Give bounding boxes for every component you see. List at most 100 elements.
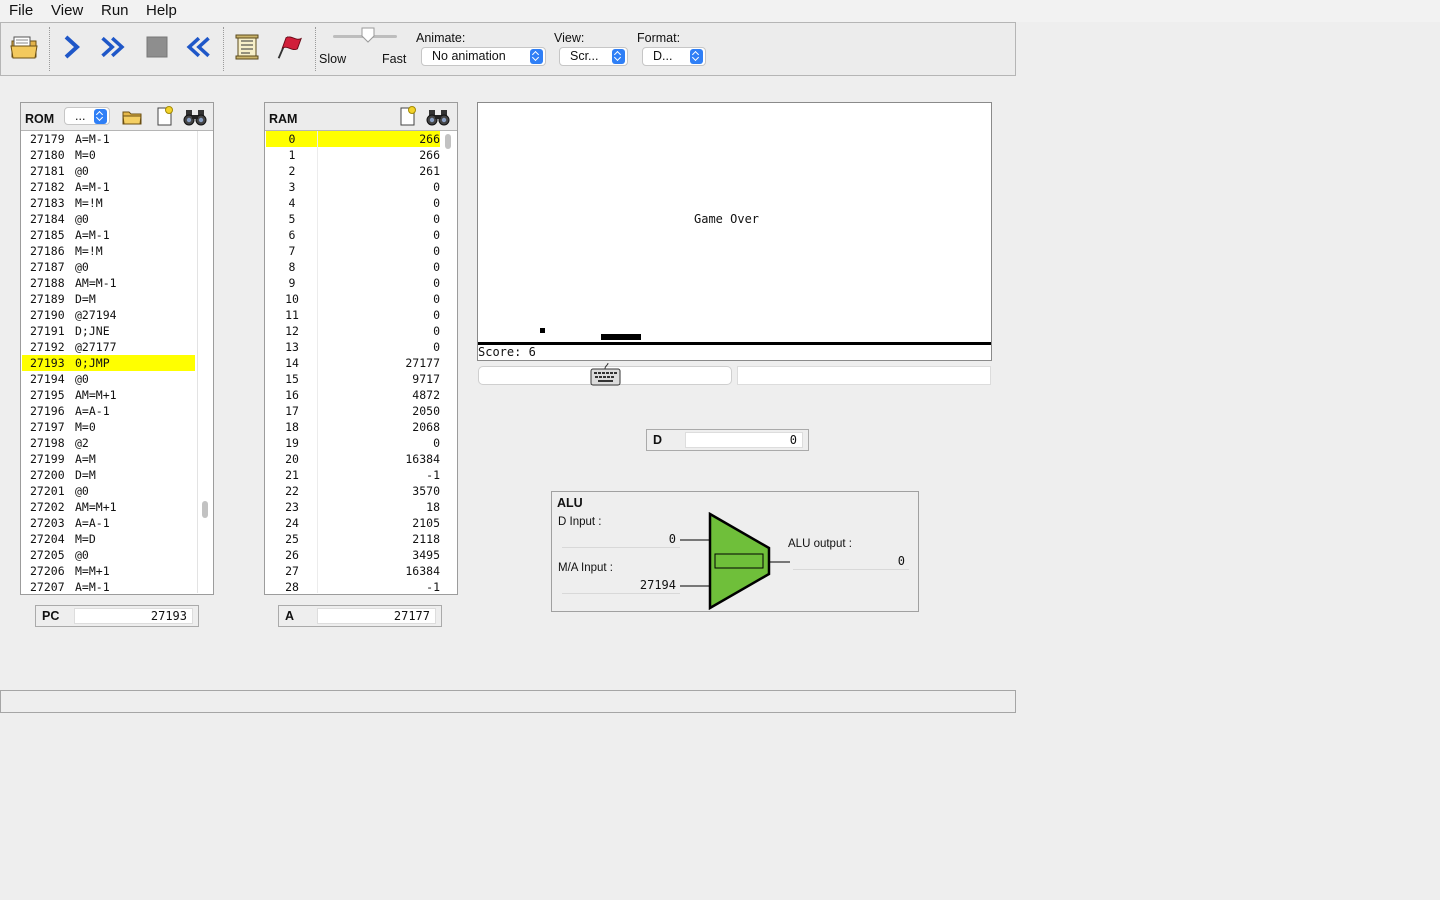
d-value[interactable]: 0 bbox=[685, 432, 803, 448]
menu-view[interactable]: View bbox=[51, 2, 83, 19]
ram-row[interactable]: 2 261 bbox=[266, 163, 440, 179]
rom-row[interactable]: 27189 D=M bbox=[22, 291, 195, 307]
ram-row[interactable]: 40 bbox=[266, 195, 440, 211]
ram-row[interactable]: 25 2118 bbox=[266, 531, 440, 547]
ram-row[interactable]: 20 16384 bbox=[266, 451, 440, 467]
rom-list[interactable]: 27179 A=M-1 27180 M=0 27181 @0 27182 A=M-1 27183… bbox=[22, 131, 196, 593]
ram-row[interactable]: 10 0 bbox=[266, 291, 440, 307]
ram-row[interactable]: 18 2068 bbox=[266, 419, 440, 435]
ram-row[interactable]: 11 0 bbox=[266, 307, 440, 323]
menu-run[interactable]: Run bbox=[101, 2, 129, 19]
rom-row[interactable]: 27190 @27194 bbox=[22, 307, 195, 323]
rom-row[interactable]: 27199 A=M bbox=[22, 451, 195, 467]
game-over-text: Game Over bbox=[694, 212, 760, 226]
rom-header: ROM ... bbox=[21, 103, 213, 131]
rom-row[interactable]: 27195 AM=M+1 bbox=[22, 387, 195, 403]
ram-row[interactable]: 15 9717 bbox=[266, 371, 440, 387]
ram-row[interactable]: 27 16384 bbox=[266, 563, 440, 579]
script-button[interactable] bbox=[232, 32, 262, 62]
ram-row[interactable]: 70 bbox=[266, 243, 440, 259]
rom-row[interactable]: 27194 @0 bbox=[22, 371, 195, 387]
ram-row[interactable]: 23 18 bbox=[266, 499, 440, 515]
breakpoints-button[interactable] bbox=[273, 32, 303, 62]
single-step-button[interactable] bbox=[57, 32, 87, 62]
rom-row[interactable]: 27183 M=!M bbox=[22, 195, 195, 211]
rom-instruction: A=M-1 bbox=[75, 580, 110, 593]
ram-row[interactable]: 22 3570 bbox=[266, 483, 440, 499]
ram-value: 2050 bbox=[412, 404, 440, 418]
ram-row[interactable]: 14 27177 bbox=[266, 355, 440, 371]
rom-row[interactable]: 27187 @0 bbox=[22, 259, 195, 275]
ram-row[interactable]: 0 266 bbox=[266, 131, 440, 147]
rom-row[interactable]: 27200 D=M bbox=[22, 467, 195, 483]
ram-row[interactable]: 50 bbox=[266, 211, 440, 227]
animate-select[interactable]: No animation bbox=[421, 47, 546, 66]
rom-address: 27192 bbox=[30, 340, 65, 354]
rom-address: 27201 bbox=[30, 484, 65, 498]
format-select[interactable]: D... bbox=[642, 47, 706, 66]
rom-scrollbar-thumb[interactable] bbox=[202, 501, 208, 518]
ram-scrollbar-thumb[interactable] bbox=[445, 134, 451, 149]
ram-row[interactable]: 90 bbox=[266, 275, 440, 291]
ram-address: 6 bbox=[288, 228, 296, 242]
ram-row[interactable]: 1 266 bbox=[266, 147, 440, 163]
rom-row[interactable]: 27203 A=A-1 bbox=[22, 515, 195, 531]
ram-clear-button[interactable] bbox=[396, 106, 418, 126]
rom-row[interactable]: 27181 @0 bbox=[22, 163, 195, 179]
rom-load-button[interactable] bbox=[121, 107, 143, 127]
ram-row[interactable]: 12 0 bbox=[266, 323, 440, 339]
ram-row[interactable]: 80 bbox=[266, 259, 440, 275]
fast-forward-button[interactable] bbox=[99, 32, 129, 62]
ram-row[interactable]: 28 -1 bbox=[266, 579, 440, 593]
ram-row[interactable]: 60 bbox=[266, 227, 440, 243]
rom-row[interactable]: 27201 @0 bbox=[22, 483, 195, 499]
ram-row[interactable]: 21 -1 bbox=[266, 467, 440, 483]
stop-button[interactable] bbox=[142, 32, 172, 62]
rom-row[interactable]: 27207 A=M-1 bbox=[22, 579, 195, 593]
menu-file[interactable]: File bbox=[9, 2, 33, 19]
rom-row[interactable]: 27205 @0 bbox=[22, 547, 195, 563]
view-select[interactable]: Scr... bbox=[559, 47, 628, 66]
rom-row[interactable]: 27185 A=M-1 bbox=[22, 227, 195, 243]
rom-clear-button[interactable] bbox=[153, 106, 175, 126]
a-value[interactable]: 27177 bbox=[317, 608, 436, 624]
ram-find-button[interactable] bbox=[426, 107, 450, 127]
speed-slider-thumb[interactable] bbox=[361, 27, 375, 43]
rom-row[interactable]: 27186 M=!M bbox=[22, 243, 195, 259]
rom-row[interactable]: 27182 A=M-1 bbox=[22, 179, 195, 195]
rom-row[interactable]: 27179 A=M-1 bbox=[22, 131, 195, 147]
rom-instruction: A=M-1 bbox=[75, 228, 110, 242]
ram-row[interactable]: 19 0 bbox=[266, 435, 440, 451]
ram-row[interactable]: 24 2105 bbox=[266, 515, 440, 531]
rom-row[interactable]: 27202 AM=M+1 bbox=[22, 499, 195, 515]
ram-row[interactable]: 17 2050 bbox=[266, 403, 440, 419]
rom-row[interactable]: 27204 M=D bbox=[22, 531, 195, 547]
rom-row[interactable]: 27180 M=0 bbox=[22, 147, 195, 163]
keyboard-button[interactable] bbox=[589, 362, 622, 387]
ram-value: 0 bbox=[433, 436, 440, 450]
ram-list[interactable]: 0 266 1 266 2 261 3 0 4 0 5 0 6 0 7 0 8 0 9 0 10 0 11 0 12 0 13 0 14… bbox=[266, 131, 440, 593]
ram-row[interactable]: 16 4872 bbox=[266, 387, 440, 403]
ram-row[interactable]: 30 bbox=[266, 179, 440, 195]
ram-row[interactable]: 26 3495 bbox=[266, 547, 440, 563]
rom-row[interactable]: 27206 M=M+1 bbox=[22, 563, 195, 579]
ram-address: 8 bbox=[288, 260, 296, 274]
rom-row[interactable]: 27196 A=A-1 bbox=[22, 403, 195, 419]
rom-row[interactable]: 27184 @0 bbox=[22, 211, 195, 227]
rom-row[interactable]: 27188 AM=M-1 bbox=[22, 275, 195, 291]
ram-row[interactable]: 13 0 bbox=[266, 339, 440, 355]
rom-row[interactable]: 27191 D;JNE bbox=[22, 323, 195, 339]
rom-address: 27203 bbox=[30, 516, 65, 530]
rom-row[interactable]: 27197 M=0 bbox=[22, 419, 195, 435]
load-program-button[interactable] bbox=[9, 32, 39, 62]
rom-row[interactable]: 27192 @27177 bbox=[22, 339, 195, 355]
rom-row[interactable]: 27198 @2 bbox=[22, 435, 195, 451]
alu-title: ALU bbox=[557, 496, 583, 510]
rom-find-button[interactable] bbox=[183, 107, 207, 127]
rewind-button[interactable] bbox=[183, 32, 213, 62]
d-register: D 0 bbox=[646, 429, 809, 451]
menu-help[interactable]: Help bbox=[146, 2, 177, 19]
rom-row[interactable]: 27193 0;JMP bbox=[22, 355, 195, 371]
pc-value[interactable]: 27193 bbox=[74, 608, 193, 624]
rom-format-select[interactable]: ... bbox=[64, 107, 110, 125]
